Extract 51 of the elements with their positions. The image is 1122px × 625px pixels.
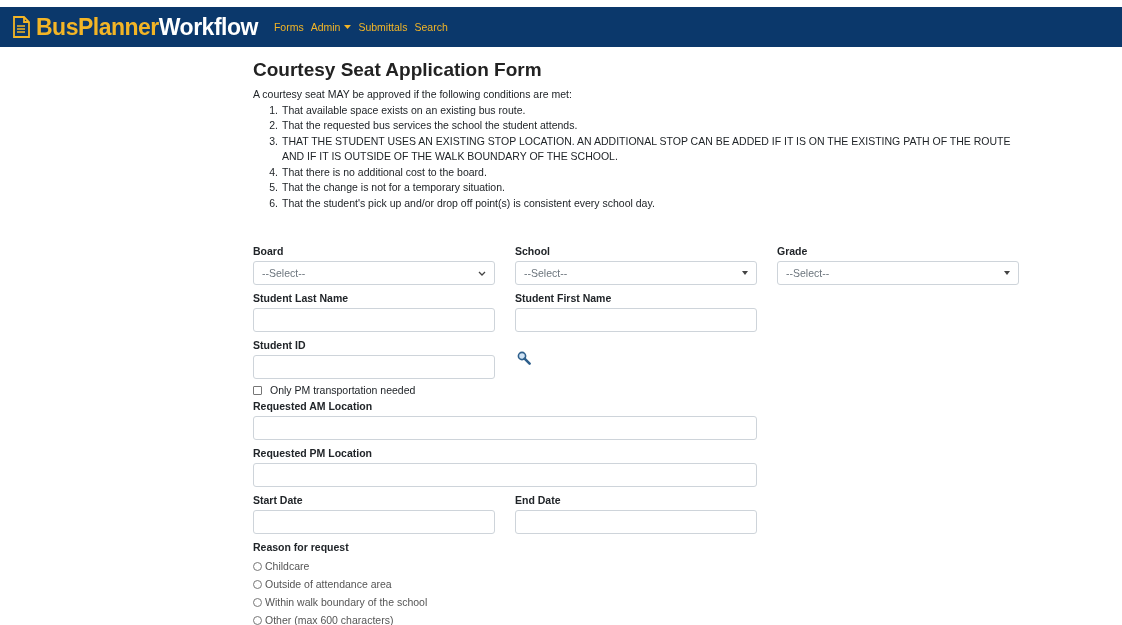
list-number: 1. [268,102,278,118]
text-field[interactable] [515,308,757,332]
condition-text: That available space exists on an existing bus route. [282,102,526,118]
list-number: 5. [268,180,278,195]
checkbox-label: Only PM transportation needed [270,384,416,396]
radio-label: Outside of attendance area [265,578,392,590]
field-label: Student ID [253,339,307,352]
list-number: 2. [268,118,278,133]
caret-icon [344,25,352,29]
field-label: End Date [515,494,562,507]
field-label: Student Last Name [253,292,350,305]
document-icon [12,16,30,38]
select-field[interactable]: --Select-- [253,261,495,285]
intro-text: A courtesy seat MAY be approved if the following conditions are met: [253,87,573,102]
list-number: 3. [268,133,278,149]
condition-text: That the requested bus services the school the student attends. [282,118,578,133]
nav-link[interactable]: Submittals [358,21,408,33]
text-field[interactable] [515,510,757,534]
text-field[interactable] [253,463,757,487]
field-label: Requested AM Location [253,400,374,413]
condition-text: That the student's pick up and/or drop off point(s) is consistent every school day. [282,195,655,211]
nav-link[interactable]: Forms [273,21,304,33]
checkbox[interactable] [253,385,262,395]
field-label: Grade [777,245,809,258]
nav-link[interactable]: Search [414,21,448,33]
text-field[interactable] [253,308,495,332]
list-number: 4. [268,164,278,180]
nav-dropdown[interactable]: Admin [310,21,352,33]
field-label: Student First Name [515,292,613,305]
form-title: Courtesy Seat Application Form [253,59,543,81]
chevron-icon [478,270,486,276]
radio-label: Within walk boundary of the school [265,596,428,608]
condition-text: That the change is not for a temporary situation. [282,180,505,195]
field-label: Reason for request [253,541,350,554]
condition-text: That there is no additional cost to the board. [282,164,487,180]
condition-text: THAT THE STUDENT USES AN EXISTING STOP LOCATION. AN ADDITIONAL STOP CAN BE ADDED IF IT IS ON THE EXISTING PATH OF THE ROUTE AND IF IT IS OUTSIDE OF THE WALK BOUNDARY OF THE SCHOOL. [282,133,1012,164]
text-field[interactable] [253,355,495,379]
text-field[interactable] [253,416,757,440]
search-icon[interactable] [517,351,531,365]
app-logo[interactable]: BusPlannerWorkflow [36,13,258,41]
select-field[interactable]: --Select-- [515,261,757,285]
field-label: Board [253,245,285,258]
field-label: School [515,245,551,258]
select-field[interactable]: --Select-- [777,261,1019,285]
radio-label: Childcare [265,560,310,572]
field-label: Requested PM Location [253,447,373,460]
caret-icon [1004,271,1010,275]
caret-icon [742,271,748,275]
text-field[interactable] [253,510,495,534]
field-label: Start Date [253,494,304,507]
list-number: 6. [268,195,278,211]
